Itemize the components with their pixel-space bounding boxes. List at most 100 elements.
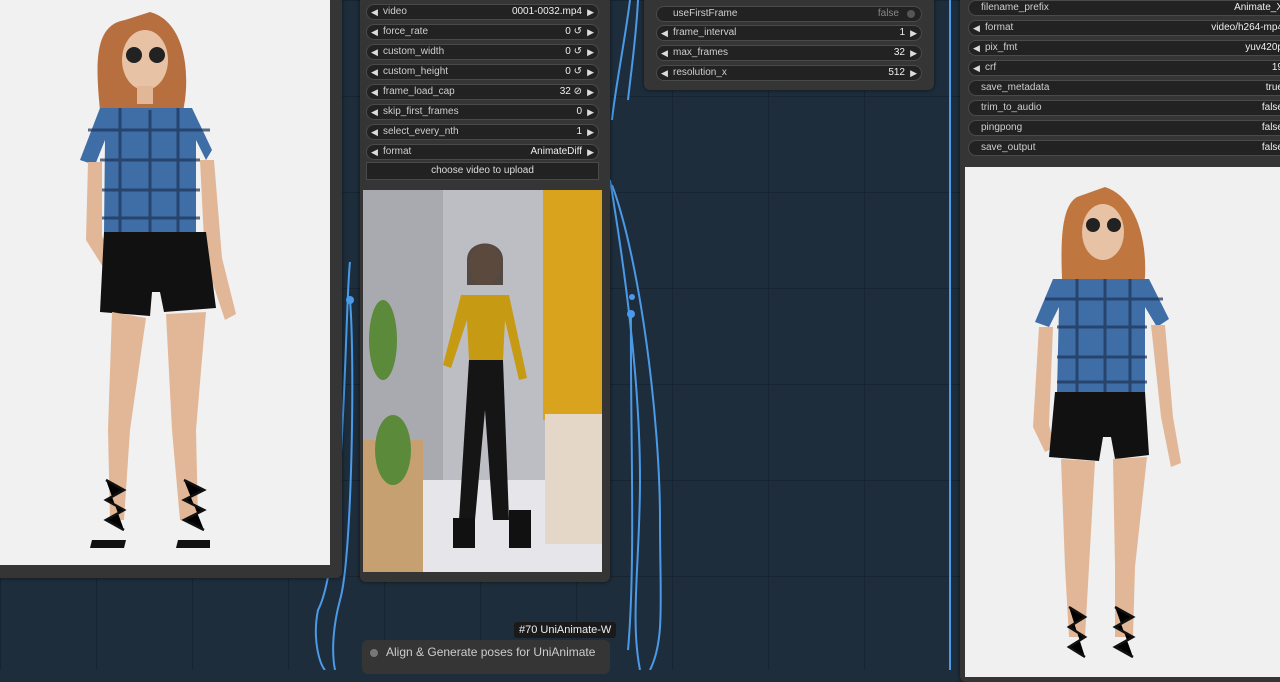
increment-arrow[interactable]: ▶ (910, 26, 917, 40)
widget-label: frame_interval (673, 27, 737, 38)
widget-value: 0001-0032.mp4 (511, 6, 582, 17)
widget-label: save_metadata (981, 82, 1050, 93)
pix-fmt-widget[interactable]: ◀ pix_fmt yuv420p (968, 40, 1280, 56)
widget-value: video/h264-mp4 (1211, 22, 1280, 33)
decrement-arrow[interactable]: ◀ (661, 26, 668, 40)
widget-label: crf (985, 62, 997, 73)
widget-label: useFirstFrame (673, 8, 738, 19)
widget-value: AnimateDiff (530, 146, 582, 157)
widget-value: false (1261, 122, 1280, 133)
widget-label: format (985, 22, 1014, 33)
video-preview-figure (363, 190, 602, 572)
decrement-arrow[interactable]: ◀ (371, 5, 378, 19)
widget-label: resolution_x (673, 67, 727, 78)
increment-arrow[interactable]: ▶ (587, 65, 594, 79)
widget-value: 1 (576, 126, 582, 137)
group-id-tag: #70 UniAnimate-W (514, 622, 617, 638)
reference-person-figure (80, 12, 236, 548)
format-widget[interactable]: ◀ format AnimateDiff ▶ (366, 144, 599, 160)
decrement-arrow[interactable]: ◀ (661, 66, 668, 80)
increment-arrow[interactable]: ▶ (587, 145, 594, 159)
decrement-arrow[interactable]: ◀ (371, 105, 378, 119)
crf-widget[interactable]: ◀ crf 19 (968, 60, 1280, 76)
output-person-figure (1033, 187, 1181, 659)
widget-label: trim_to_audio (981, 102, 1042, 113)
decrement-arrow[interactable]: ◀ (371, 125, 378, 139)
decrement-arrow[interactable]: ◀ (973, 41, 980, 55)
decrement-arrow[interactable]: ◀ (371, 145, 378, 159)
force-rate-widget[interactable]: ◀ force_rate 0 ↺ ▶ (366, 24, 599, 40)
custom-width-widget[interactable]: ◀ custom_width 0 ↺ ▶ (366, 44, 599, 60)
decrement-arrow[interactable]: ◀ (661, 46, 668, 60)
widget-value: 1 (899, 27, 905, 38)
max-frames-widget[interactable]: ◀ max_frames 32 ▶ (656, 45, 922, 61)
select-every-nth-widget[interactable]: ◀ select_every_nth 1 ▶ (366, 124, 599, 140)
pingpong-widget[interactable]: pingpong false (968, 120, 1280, 136)
format-widget[interactable]: ◀ format video/h264-mp4 (968, 20, 1280, 36)
decrement-arrow[interactable]: ◀ (371, 85, 378, 99)
load-video-node[interactable]: ◀ video 0001-0032.mp4 ▶ ◀ force_rate 0 ↺ ▶ ◀ cu… (360, 0, 610, 582)
widget-value: 0 (576, 106, 582, 117)
widget-value: 19 (1271, 62, 1280, 73)
widget-value: 0 ↺ (565, 46, 582, 57)
align-poses-node[interactable]: Align & Generate poses for UniAnimate (362, 640, 610, 674)
decrement-arrow[interactable]: ◀ (973, 61, 980, 75)
save-output-widget[interactable]: save_output false (968, 140, 1280, 156)
node-title: Align & Generate poses for UniAnimate (386, 645, 596, 659)
toggle-dot[interactable] (907, 10, 915, 18)
frame-interval-widget[interactable]: ◀ frame_interval 1 ▶ (656, 25, 922, 41)
video-preview (363, 190, 602, 572)
skip-first-frames-widget[interactable]: ◀ skip_first_frames 0 ▶ (366, 104, 599, 120)
widget-value: 32 (893, 47, 905, 58)
widget-value: 32 ⊘ (559, 86, 582, 97)
widget-label: custom_height (383, 66, 449, 77)
increment-arrow[interactable]: ▶ (587, 105, 594, 119)
filename-prefix-widget[interactable]: filename_prefix Animate_X (968, 0, 1280, 16)
increment-arrow[interactable]: ▶ (587, 25, 594, 39)
widget-label: save_output (981, 142, 1036, 153)
widget-value: 0 ↺ (565, 66, 582, 77)
node-status-dot (370, 649, 378, 657)
reference-image (0, 0, 330, 565)
pose-settings-node[interactable]: useFirstFrame false ◀ frame_interval 1 ▶ ◀ ma… (644, 0, 934, 90)
output-video-preview (965, 167, 1280, 677)
decrement-arrow[interactable]: ◀ (371, 45, 378, 59)
widget-label: pix_fmt (985, 42, 1018, 53)
decrement-arrow[interactable]: ◀ (371, 25, 378, 39)
widget-value: 512 (888, 67, 905, 78)
widget-label: frame_load_cap (383, 86, 455, 97)
widget-label: format (383, 146, 412, 157)
custom-height-widget[interactable]: ◀ custom_height 0 ↺ ▶ (366, 64, 599, 80)
increment-arrow[interactable]: ▶ (587, 125, 594, 139)
widget-label: pingpong (981, 122, 1023, 133)
trim-to-audio-widget[interactable]: trim_to_audio false (968, 100, 1280, 116)
widget-value: yuv420p (1245, 42, 1280, 53)
upload-video-button[interactable]: choose video to upload (366, 162, 599, 180)
video-combine-node[interactable]: filename_prefix Animate_X ◀ format video/h2… (960, 0, 1280, 682)
save-metadata-widget[interactable]: save_metadata true (968, 80, 1280, 96)
widget-value: false (1261, 102, 1280, 113)
widget-label: video (383, 6, 407, 17)
widget-value: true (1265, 82, 1280, 93)
increment-arrow[interactable]: ▶ (910, 66, 917, 80)
frame-load-cap-widget[interactable]: ◀ frame_load_cap 32 ⊘ ▶ (366, 84, 599, 100)
widget-label: custom_width (383, 46, 445, 57)
widget-value: 0 ↺ (565, 26, 582, 37)
decrement-arrow[interactable]: ◀ (973, 21, 980, 35)
widget-label: select_every_nth (383, 126, 459, 137)
widget-label: force_rate (383, 26, 429, 37)
increment-arrow[interactable]: ▶ (910, 46, 917, 60)
use-first-frame-toggle[interactable]: useFirstFrame false (656, 6, 922, 22)
widget-value: false (1261, 142, 1280, 153)
widget-value: false (877, 8, 899, 19)
widget-label: max_frames (673, 47, 729, 58)
video-widget[interactable]: ◀ video 0001-0032.mp4 ▶ (366, 4, 599, 20)
widget-label: filename_prefix (981, 2, 1049, 13)
resolution-x-widget[interactable]: ◀ resolution_x 512 ▶ (656, 65, 922, 81)
increment-arrow[interactable]: ▶ (587, 85, 594, 99)
increment-arrow[interactable]: ▶ (587, 45, 594, 59)
reference-image-node[interactable] (0, 0, 342, 578)
decrement-arrow[interactable]: ◀ (371, 65, 378, 79)
widget-label: skip_first_frames (383, 106, 459, 117)
increment-arrow[interactable]: ▶ (587, 5, 594, 19)
